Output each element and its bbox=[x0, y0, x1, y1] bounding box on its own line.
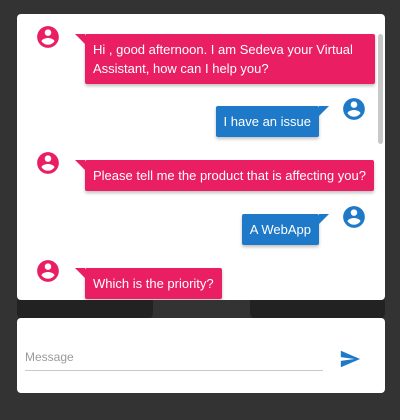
message-bubble: I have an issue bbox=[215, 106, 330, 137]
message-bubble: Hi , good afternoon. I am Sedeva your Vi… bbox=[75, 34, 375, 84]
chat-panel: Hi , good afternoon. I am Sedeva your Vi… bbox=[17, 14, 385, 300]
chat-message-user: A WebApp bbox=[241, 204, 367, 245]
message-input[interactable] bbox=[25, 344, 323, 371]
panel-connector-left bbox=[17, 300, 153, 319]
chat-message-bot: Please tell me the product that is affec… bbox=[35, 150, 374, 191]
panel-connector-right bbox=[250, 300, 385, 319]
bot-avatar-icon bbox=[35, 150, 61, 176]
chat-message-bot: Which is the priority? bbox=[35, 258, 222, 299]
send-icon[interactable] bbox=[339, 348, 363, 372]
chat-message-user: I have an issue bbox=[215, 96, 367, 137]
message-bubble: Please tell me the product that is affec… bbox=[75, 160, 374, 191]
bot-avatar-icon bbox=[35, 24, 61, 50]
message-bubble: A WebApp bbox=[241, 214, 330, 245]
message-composer bbox=[17, 318, 385, 393]
user-avatar-icon bbox=[341, 96, 367, 122]
message-bubble: Which is the priority? bbox=[75, 268, 222, 299]
chat-scrollbar[interactable] bbox=[378, 16, 383, 298]
bot-avatar-icon bbox=[35, 258, 61, 284]
user-avatar-icon bbox=[341, 204, 367, 230]
chat-message-bot: Hi , good afternoon. I am Sedeva your Vi… bbox=[35, 24, 375, 84]
scrollbar-thumb[interactable] bbox=[378, 34, 383, 144]
